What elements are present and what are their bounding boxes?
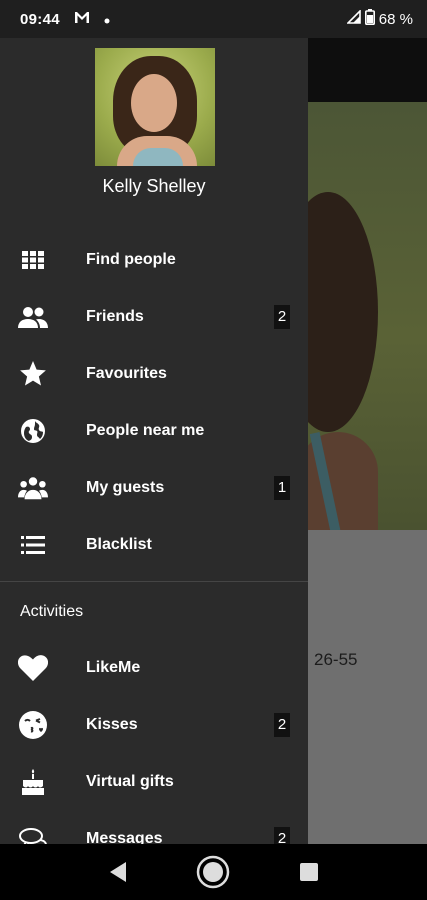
menu-item-label: My guests (86, 478, 165, 496)
home-button[interactable] (193, 852, 233, 892)
menu-item-label: Find people (86, 250, 176, 268)
dot-icon (104, 11, 110, 28)
menu-item-my-guests[interactable]: My guests 1 (0, 459, 308, 516)
menu-item-label: Friends (86, 307, 144, 325)
background-profile-photo (308, 102, 427, 530)
profile-avatar[interactable] (95, 48, 215, 166)
star-icon (18, 359, 48, 389)
profile-name: Kelly Shelley (102, 176, 206, 196)
recents-button[interactable] (289, 852, 329, 892)
menu-item-label: Virtual gifts (86, 772, 174, 790)
menu-item-label: Kisses (86, 715, 138, 733)
back-button[interactable] (98, 852, 138, 892)
friends-icon (18, 302, 48, 332)
count-badge: 2 (274, 712, 290, 737)
background-age-range: 26-55 (314, 650, 358, 669)
kiss-icon (18, 710, 48, 740)
globe-icon (18, 416, 48, 446)
status-left: 09:44 (20, 11, 110, 28)
menu-item-virtual-gifts[interactable]: Virtual gifts (0, 753, 308, 810)
divider (0, 581, 308, 582)
menu-item-label: Blacklist (86, 535, 152, 553)
menu-item-friends[interactable]: Friends 2 (0, 288, 308, 345)
grid-icon (18, 245, 48, 275)
section-title-activities: Activities (20, 603, 84, 620)
menu-item-find-people[interactable]: Find people (0, 231, 308, 288)
status-right: 68 % (345, 9, 413, 29)
navigation-bar (0, 844, 427, 900)
list-icon (18, 530, 48, 560)
count-badge: 2 (274, 826, 290, 844)
chat-icon (18, 824, 48, 844)
gmail-icon (74, 11, 90, 28)
menu-item-label: Messages (86, 829, 163, 845)
background-app: 26-55 (308, 38, 427, 844)
battery-percent: 68 % (378, 10, 413, 28)
menu-item-messages[interactable]: Messages 2 (0, 810, 308, 844)
background-header (308, 38, 427, 102)
count-badge: 2 (274, 304, 290, 329)
battery-icon (364, 9, 375, 29)
menu-item-likeme[interactable]: LikeMe (0, 639, 308, 696)
menu-item-label: Favourites (86, 364, 167, 382)
menu-item-kisses[interactable]: Kisses 2 (0, 696, 308, 753)
guests-icon (18, 473, 48, 503)
cake-icon (18, 767, 48, 797)
status-bar: 09:44 68 % (0, 0, 427, 38)
count-badge: 1 (274, 475, 290, 500)
menu-item-favourites[interactable]: Favourites (0, 345, 308, 402)
menu-item-people-near-me[interactable]: People near me (0, 402, 308, 459)
menu-item-blacklist[interactable]: Blacklist (0, 516, 308, 573)
heart-icon (18, 653, 48, 683)
menu-item-label: LikeMe (86, 658, 141, 676)
navigation-drawer: Kelly Shelley Find people Friends 2 Favo… (0, 38, 308, 844)
status-time: 09:44 (20, 10, 60, 28)
signal-icon (345, 9, 361, 28)
menu-item-label: People near me (86, 421, 205, 439)
